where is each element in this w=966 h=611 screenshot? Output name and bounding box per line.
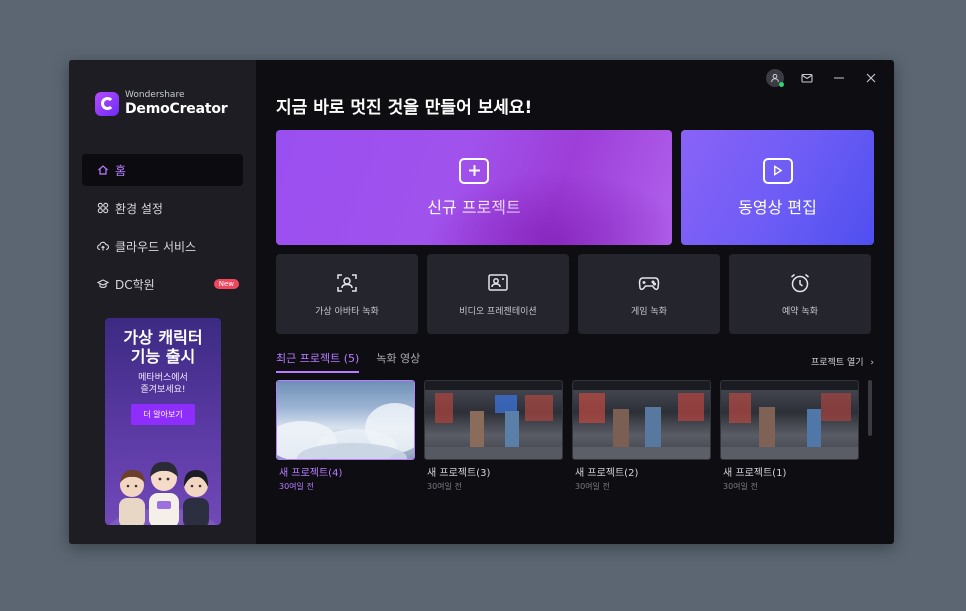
account-button[interactable]: [766, 69, 784, 87]
cloud-upload-icon: [97, 241, 109, 251]
plus-icon: [459, 157, 489, 184]
page-title: 지금 바로 멋진 것을 만들어 보세요!: [276, 98, 533, 118]
project-item[interactable]: 새 프로젝트(1) 30여일 전: [720, 380, 859, 492]
card-label: 게임 녹화: [631, 307, 667, 317]
tab-recent-projects[interactable]: 최근 프로젝트 (5): [276, 350, 360, 373]
project-time: 30여일 전: [279, 482, 314, 491]
app-window: Wondershare DemoCreator 홈 환경 설정 클라우드 서비스…: [69, 60, 894, 544]
banner-sub-line2: 즐겨보세요!: [140, 385, 186, 395]
presentation-icon: [488, 274, 508, 291]
project-thumbnail: [276, 380, 415, 460]
tab-recordings[interactable]: 녹화 영상: [376, 350, 420, 373]
promo-banner[interactable]: 가상 캐릭터 기능 출시 메타버스에서 즐겨보세요! 더 알아보기: [105, 318, 221, 525]
sidebar-item-settings[interactable]: 환경 설정: [82, 192, 243, 224]
close-button[interactable]: [862, 69, 880, 87]
democreator-logo-icon: [95, 91, 119, 116]
projects-scrollbar[interactable]: [868, 380, 872, 436]
sidebar-item-label: DC학원: [115, 277, 155, 292]
app-logo: Wondershare DemoCreator: [95, 90, 228, 117]
sidebar-item-label: 클라우드 서비스: [115, 239, 197, 254]
project-time: 30여일 전: [575, 482, 610, 491]
minimize-icon: [834, 77, 844, 79]
project-item[interactable]: 새 프로젝트(4) 30여일 전: [276, 380, 415, 492]
user-avatar: [766, 69, 784, 87]
project-time: 30여일 전: [723, 482, 758, 491]
sidebar-item-cloud[interactable]: 클라우드 서비스: [82, 230, 243, 262]
project-item[interactable]: 새 프로젝트(2) 30여일 전: [572, 380, 711, 492]
project-thumbnail: [572, 380, 711, 460]
alarm-clock-icon: [791, 273, 809, 293]
project-thumbnail: [424, 380, 563, 460]
sidebar-nav: 홈 환경 설정 클라우드 서비스 DC학원 New: [82, 154, 243, 306]
game-recording-card[interactable]: 게임 녹화: [578, 254, 720, 334]
logo-name: DemoCreator: [125, 101, 228, 117]
online-status-dot: [779, 82, 784, 87]
project-name: 새 프로젝트(4): [279, 468, 343, 479]
project-name: 새 프로젝트(1): [723, 468, 787, 479]
sidebar-item-home[interactable]: 홈: [82, 154, 243, 186]
video-presentation-card[interactable]: 비디오 프레젠테이션: [427, 254, 569, 334]
video-edit-label: 동영상 편집: [738, 197, 817, 217]
new-badge: New: [213, 279, 239, 289]
scheduled-recording-card[interactable]: 예약 녹화: [729, 254, 871, 334]
project-name: 새 프로젝트(3): [427, 468, 491, 479]
project-time: 30여일 전: [427, 482, 462, 491]
open-project-label: 프로젝트 열기: [810, 358, 864, 368]
card-label: 비디오 프레젠테이션: [459, 307, 537, 317]
project-thumbnail: [720, 380, 859, 460]
banner-title-line1: 가상 캐릭터: [123, 328, 203, 347]
graduation-cap-icon: [97, 279, 109, 289]
project-tabs: 최근 프로젝트 (5) 녹화 영상: [276, 350, 437, 373]
settings-grid-icon: [97, 202, 109, 214]
banner-sub-line1: 메타버스에서: [138, 373, 188, 383]
sidebar-item-academy[interactable]: DC학원 New: [82, 268, 243, 300]
sidebar-item-label: 홈: [115, 163, 127, 178]
new-project-card[interactable]: 신규 프로젝트: [276, 130, 672, 245]
close-icon: [866, 73, 876, 83]
title-bar-controls: [752, 69, 880, 87]
new-project-label: 신규 프로젝트: [427, 197, 521, 217]
card-label: 가상 아바타 녹화: [315, 307, 379, 317]
mail-button[interactable]: [798, 69, 816, 87]
video-edit-card[interactable]: 동영상 편집: [681, 130, 874, 245]
gamepad-icon: [638, 277, 660, 291]
play-icon: [762, 157, 793, 184]
avatar-recording-card[interactable]: 가상 아바타 녹화: [276, 254, 418, 334]
minimize-button[interactable]: [830, 69, 848, 87]
recent-projects-list: 새 프로젝트(4) 30여일 전 새 프로젝트(3) 30여일 전 새 프로젝트…: [276, 380, 868, 492]
logo-brand: Wondershare: [125, 90, 185, 100]
card-label: 예약 녹화: [782, 307, 818, 317]
sidebar: Wondershare DemoCreator 홈 환경 설정 클라우드 서비스…: [69, 60, 256, 544]
home-icon: [98, 165, 108, 175]
sidebar-item-label: 환경 설정: [115, 201, 163, 216]
user-icon: [771, 73, 779, 83]
avatar-characters-illustration: [108, 461, 218, 525]
banner-title-line2: 기능 출시: [130, 347, 196, 366]
avatar-frame-icon: [337, 274, 357, 292]
mail-icon: [801, 73, 813, 83]
project-name: 새 프로젝트(2): [575, 468, 639, 479]
project-item[interactable]: 새 프로젝트(3) 30여일 전: [424, 380, 563, 492]
learn-more-button[interactable]: 더 알아보기: [131, 404, 195, 425]
chevron-right-icon: ›: [870, 358, 874, 368]
open-project-link[interactable]: 프로젝트 열기 ›: [811, 355, 874, 368]
